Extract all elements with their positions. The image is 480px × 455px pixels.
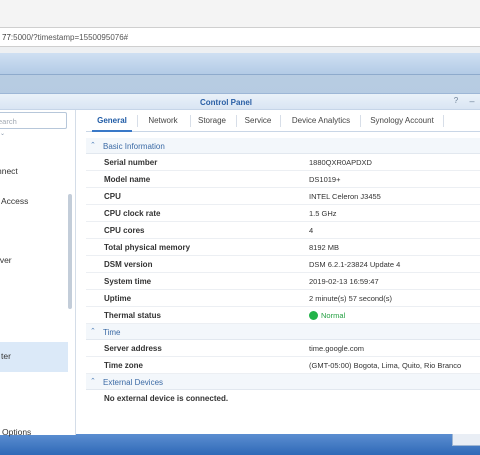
info-key: Server address <box>104 344 162 353</box>
sidebar-item-label: ter <box>1 351 11 361</box>
info-row: System time 2019-02-13 16:59:47 <box>86 273 480 290</box>
tab-divider <box>236 115 237 127</box>
tab-device-analytics[interactable]: Device Analytics <box>286 110 356 132</box>
browser-toolbar <box>0 0 480 27</box>
collapse-icon[interactable]: ⌃ <box>90 327 96 335</box>
info-value: DS1019+ <box>309 175 341 184</box>
url-text[interactable]: 77:5000/?timestamp=1550095076# <box>2 33 128 42</box>
collapse-icon[interactable]: ⌃ <box>90 377 96 385</box>
minimize-icon[interactable]: – <box>467 96 477 107</box>
sidebar: earch ⌄ nnect Access rver ter Options <box>0 110 76 437</box>
desktop-bottom-bar <box>0 434 480 455</box>
help-icon[interactable]: ? <box>451 96 461 107</box>
tab-divider <box>280 115 281 127</box>
info-value: INTEL Celeron J3455 <box>309 192 381 201</box>
tab-divider <box>190 115 191 127</box>
info-key: Time zone <box>104 361 143 370</box>
sidebar-item-info-center[interactable]: ter <box>0 342 68 372</box>
section-basic-information[interactable]: ⌃ Basic Information <box>86 138 480 154</box>
info-key: Model name <box>104 175 151 184</box>
info-key: CPU <box>104 192 121 201</box>
info-key: Uptime <box>104 294 132 303</box>
info-value: 2019-02-13 16:59:47 <box>309 277 379 286</box>
info-value: 4 <box>309 226 314 235</box>
tab-bar: General Network Storage Service Device A… <box>86 110 480 132</box>
info-value: 1.5 GHz <box>309 209 337 218</box>
info-key: Total physical memory <box>104 243 191 252</box>
sidebar-item-label: Options <box>2 427 32 437</box>
info-key: Serial number <box>104 158 158 167</box>
info-row: Uptime 2 minute(s) 57 second(s) <box>86 290 480 307</box>
no-device-message: No external device is connected. <box>104 394 229 403</box>
section-external-devices[interactable]: ⌃ External Devices <box>86 374 480 390</box>
info-row: CPU cores 4 <box>86 222 480 239</box>
info-value: 8192 MB <box>309 243 340 252</box>
sidebar-item-label: rver <box>0 255 12 265</box>
sidebar-item-options[interactable]: Options <box>0 418 68 448</box>
info-key: CPU clock rate <box>104 209 161 218</box>
window-title: Control Panel <box>200 98 253 107</box>
chevron-down-icon[interactable]: ⌄ <box>0 130 5 137</box>
sidebar-search-input[interactable]: earch <box>0 112 67 129</box>
tab-service[interactable]: Service <box>240 110 276 132</box>
thermal-status-text: Normal <box>321 311 346 320</box>
info-row: CPU clock rate 1.5 GHz <box>86 205 480 222</box>
search-placeholder: earch <box>0 117 17 126</box>
window-titlebar[interactable]: Control Panel ? – <box>0 94 480 110</box>
info-key: System time <box>104 277 152 286</box>
section-title: Time <box>103 328 121 337</box>
info-value: 1880QXR0APDXD <box>309 158 372 167</box>
info-row: CPU INTEL Celeron J3455 <box>86 188 480 205</box>
info-value: (GMT-05:00) Bogota, Lima, Quito, Rio Bra… <box>309 361 462 370</box>
info-row: Total physical memory 8192 MB <box>86 239 480 256</box>
info-row: DSM version DSM 6.2.1-23824 Update 4 <box>86 256 480 273</box>
sidebar-item-server[interactable]: rver <box>0 246 68 276</box>
collapse-icon[interactable]: ⌃ <box>90 141 96 149</box>
info-value: time.google.com <box>309 344 365 353</box>
tab-divider <box>443 115 444 127</box>
control-panel-window: Control Panel ? – earch ⌄ nnect Access r… <box>0 93 480 437</box>
info-row: Thermal status Normal <box>86 307 480 324</box>
tab-network[interactable]: Network <box>142 110 184 132</box>
sidebar-item-label: nnect <box>0 166 18 176</box>
thermal-status: Normal <box>309 311 345 320</box>
info-row: Serial number 1880QXR0APDXD <box>86 154 480 171</box>
section-title: External Devices <box>103 378 164 387</box>
tab-storage[interactable]: Storage <box>193 110 231 132</box>
address-bar[interactable]: 77:5000/?timestamp=1550095076# <box>0 27 480 47</box>
status-ok-icon <box>309 311 318 320</box>
tab-divider <box>137 115 138 127</box>
section-title: Basic Information <box>103 142 165 151</box>
section-time[interactable]: ⌃ Time <box>86 324 480 340</box>
info-key: DSM version <box>104 260 153 269</box>
info-row: Time zone (GMT-05:00) Bogota, Lima, Quit… <box>86 357 480 374</box>
info-key: Thermal status <box>104 311 161 320</box>
general-panel: ⌃ Basic Information Serial number 1880QX… <box>86 133 480 435</box>
info-value: DSM 6.2.1-23824 Update 4 <box>309 260 401 269</box>
sidebar-item-connectivity[interactable]: nnect <box>0 157 68 187</box>
dsm-taskbar <box>0 53 480 75</box>
tab-general[interactable]: General <box>92 110 132 132</box>
info-value: 2 minute(s) 57 second(s) <box>309 294 392 303</box>
info-row: Model name DS1019+ <box>86 171 480 188</box>
tab-divider <box>360 115 361 127</box>
info-row: Server address time.google.com <box>86 340 480 357</box>
sidebar-scrollbar[interactable] <box>68 194 72 309</box>
tab-synology-account[interactable]: Synology Account <box>366 110 438 132</box>
info-key: CPU cores <box>104 226 145 235</box>
sidebar-item-label: Access <box>1 196 29 206</box>
sidebar-item-access[interactable]: Access <box>0 187 68 217</box>
